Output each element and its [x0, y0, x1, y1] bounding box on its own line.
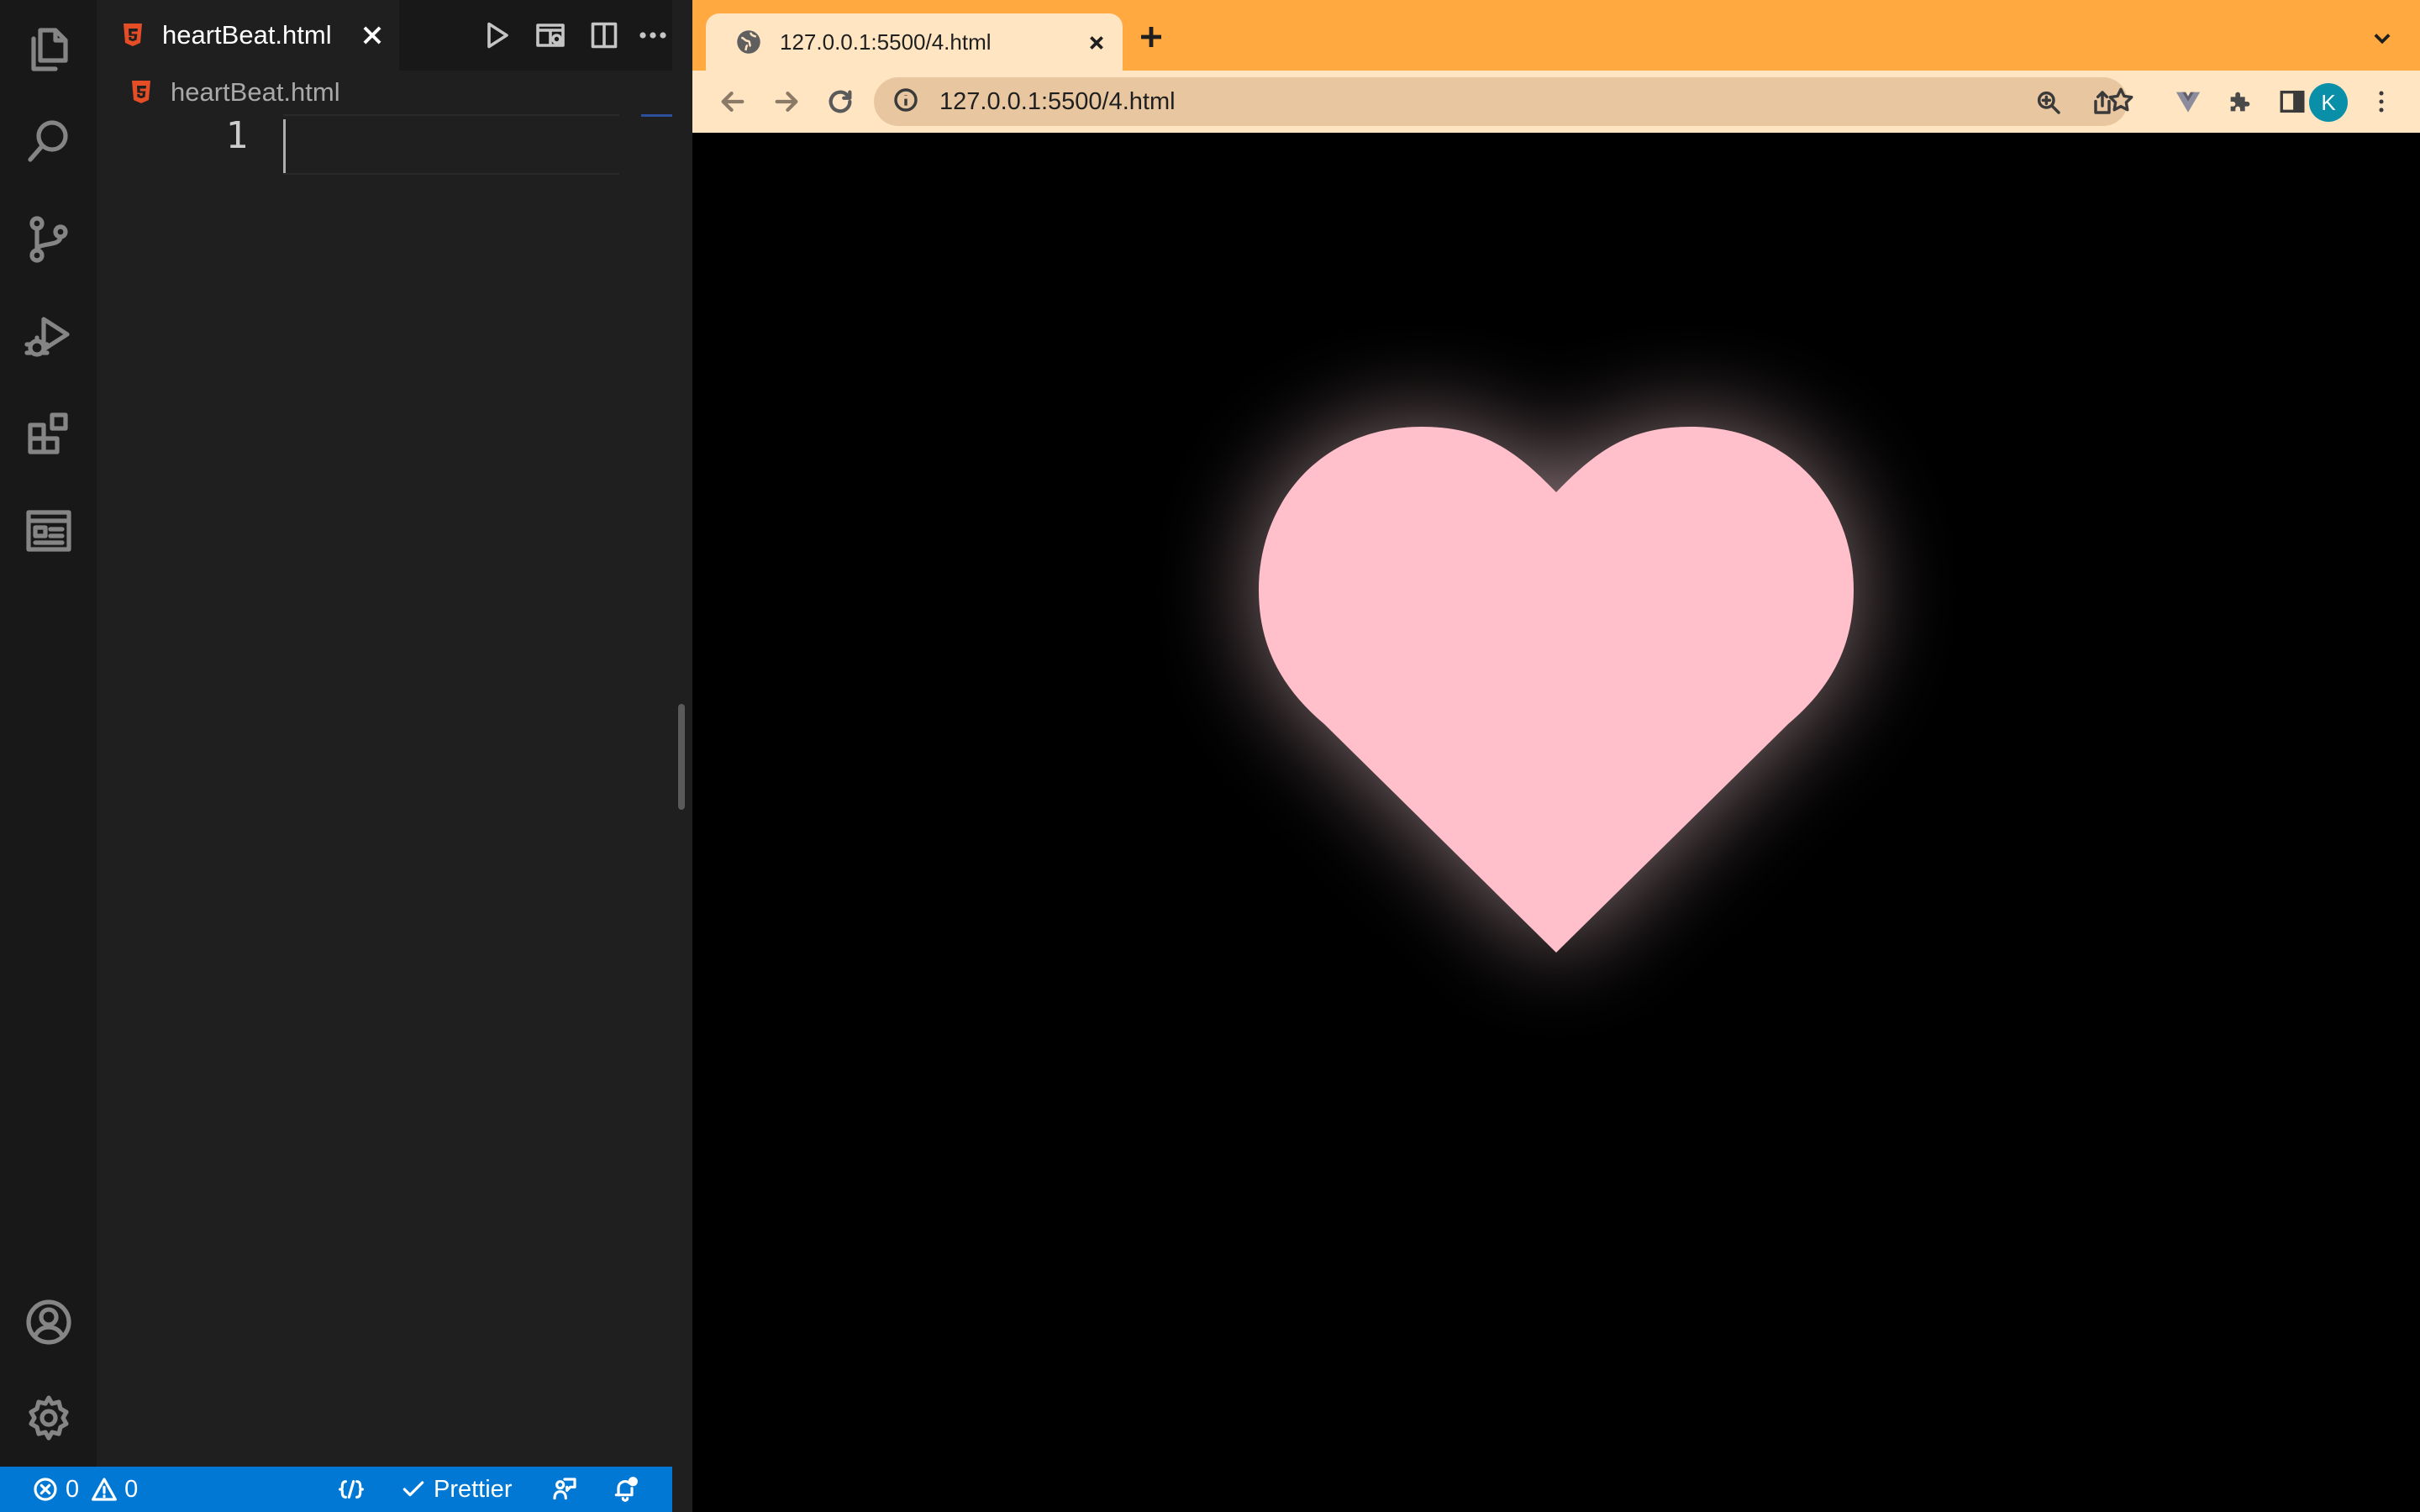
scrollbar-cursor-marker	[641, 114, 672, 117]
checkmark-icon	[402, 1481, 424, 1497]
editor-tab-heartbeat[interactable]: heartBeat.html	[97, 0, 399, 71]
new-tab-icon[interactable]	[1133, 18, 1170, 55]
line-number: 1	[225, 114, 249, 157]
reload-icon[interactable]	[820, 81, 860, 122]
browser-window: 127.0.0.1:5500/4.html 127.0.0.1:5500/4.h…	[692, 0, 2420, 1512]
close-tab-icon[interactable]	[1082, 29, 1111, 57]
glowing-heart	[1259, 427, 1854, 953]
site-info-icon[interactable]	[892, 87, 919, 118]
accounts-icon[interactable]	[18, 1292, 79, 1352]
browser-menu-icon[interactable]	[2361, 81, 2402, 122]
run-icon[interactable]	[478, 17, 515, 54]
page-viewport	[692, 133, 2420, 1512]
html5-file-icon	[132, 81, 150, 103]
vscode-window: heartBeat.html heartBeat.html 1 0 0 Pret…	[0, 0, 672, 1512]
editor-area: heartBeat.html heartBeat.html 1	[97, 0, 672, 1467]
split-editor-icon[interactable]	[586, 17, 623, 54]
prettier-status[interactable]: Prettier	[400, 1467, 512, 1512]
editor-tab-bar: heartBeat.html	[97, 0, 672, 71]
globe-icon	[737, 30, 760, 54]
back-arrow-icon[interactable]	[713, 81, 753, 122]
forward-arrow-icon[interactable]	[766, 81, 807, 122]
browser-titlebar: 127.0.0.1:5500/4.html	[692, 0, 2420, 71]
side-panel-icon[interactable]	[2272, 81, 2312, 122]
open-preview-icon[interactable]	[532, 17, 569, 54]
code-editor-line[interactable]	[283, 114, 619, 175]
vue-devtools-icon[interactable]	[2168, 81, 2208, 122]
panel-resize-handle[interactable]	[678, 704, 685, 810]
warning-icon	[92, 1478, 118, 1501]
language-status-icon[interactable]	[338, 1467, 365, 1512]
bookmark-star-icon[interactable]	[2101, 80, 2141, 120]
extensions-puzzle-icon[interactable]	[2220, 81, 2260, 122]
feedback-icon[interactable]	[551, 1467, 578, 1512]
notifications-bell-icon[interactable]	[612, 1467, 639, 1512]
run-debug-icon[interactable]	[18, 306, 79, 366]
address-bar[interactable]: 127.0.0.1:5500/4.html	[874, 77, 2128, 126]
prettier-label: Prettier	[434, 1475, 513, 1503]
explorer-icon[interactable]	[18, 18, 79, 79]
browser-tab-title: 127.0.0.1:5500/4.html	[780, 29, 992, 55]
activity-bar	[0, 0, 97, 1467]
browser-toolbar: 127.0.0.1:5500/4.html K	[692, 71, 2420, 133]
breadcrumb[interactable]: heartBeat.html	[130, 74, 340, 111]
html5-file-icon	[124, 24, 142, 46]
editor-tab-label: heartBeat.html	[162, 20, 332, 50]
profile-avatar[interactable]: K	[2309, 83, 2348, 122]
more-actions-icon[interactable]	[634, 17, 671, 54]
problems-indicator[interactable]: 0 0	[32, 1467, 138, 1512]
extensions-icon[interactable]	[18, 403, 79, 464]
browser-preview-icon[interactable]	[18, 501, 79, 561]
source-control-icon[interactable]	[18, 208, 79, 269]
text-cursor	[283, 119, 286, 173]
breadcrumb-file-label: heartBeat.html	[171, 77, 340, 107]
browser-tab[interactable]: 127.0.0.1:5500/4.html	[706, 13, 1123, 71]
zoom-icon[interactable]	[2030, 84, 2067, 121]
tab-search-chevron-icon[interactable]	[2368, 24, 2396, 52]
warning-count: 0	[124, 1475, 139, 1503]
settings-gear-icon[interactable]	[18, 1388, 79, 1448]
search-icon[interactable]	[18, 111, 79, 171]
error-icon	[34, 1478, 57, 1501]
error-count: 0	[66, 1475, 80, 1503]
close-tab-icon[interactable]	[355, 18, 389, 52]
url-text: 127.0.0.1:5500/4.html	[939, 87, 1176, 115]
status-bar: 0 0 Prettier	[0, 1467, 672, 1512]
